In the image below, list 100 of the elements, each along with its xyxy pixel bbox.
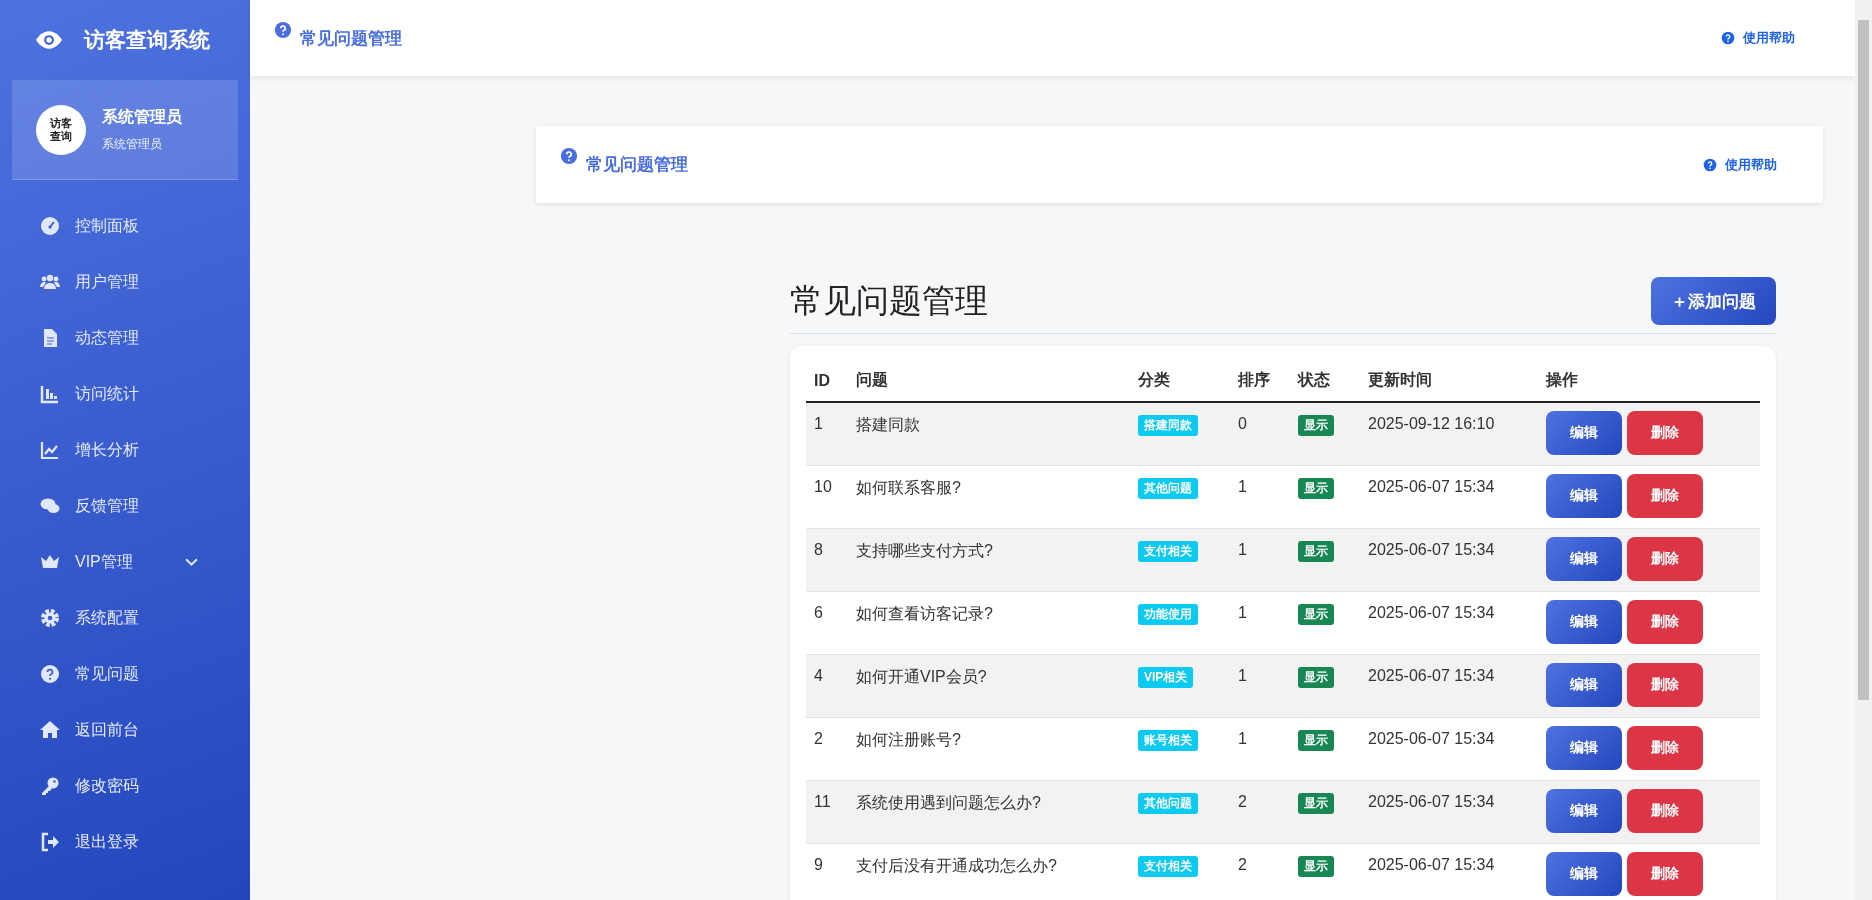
help-icon (1721, 31, 1735, 45)
help-icon (560, 147, 578, 165)
status-tag: 显示 (1298, 793, 1334, 814)
table-cell: 4 (806, 654, 848, 718)
add-question-button[interactable]: ＋添加问题 (1651, 277, 1776, 325)
edit-button[interactable]: 编辑 (1546, 663, 1622, 707)
help-icon (274, 20, 292, 39)
edit-button[interactable]: 编辑 (1546, 474, 1622, 518)
category-tag: 功能使用 (1138, 604, 1198, 625)
sidebar-item[interactable]: 修改密码 (0, 758, 250, 814)
sidebar-item[interactable]: 增长分析 (0, 422, 250, 478)
table-cell: 2025-06-07 15:34 (1360, 528, 1538, 592)
gear-icon (40, 608, 60, 628)
sidebar-item[interactable]: 系统配置 (0, 590, 250, 646)
category-tag: VIP相关 (1138, 667, 1194, 688)
gauge-icon (40, 216, 60, 236)
table-cell: 2025-06-07 15:34 (1360, 843, 1538, 900)
table-cell: 10 (806, 465, 848, 529)
table-cell: 如何注册账号? (848, 717, 1130, 781)
edit-button[interactable]: 编辑 (1546, 852, 1622, 896)
delete-button[interactable]: 删除 (1627, 852, 1703, 896)
delete-button[interactable]: 删除 (1627, 663, 1703, 707)
category-tag: 支付相关 (1138, 541, 1198, 562)
table-cell: 支持哪些支付方式? (848, 528, 1130, 592)
delete-button[interactable]: 删除 (1627, 411, 1703, 455)
avatar-logo: 访客查询 (36, 104, 86, 155)
edit-button[interactable]: 编辑 (1546, 537, 1622, 581)
sidebar-item[interactable]: 动态管理 (0, 310, 250, 366)
bar-chart-icon (40, 384, 60, 404)
table-cell: 2025-06-07 15:34 (1360, 591, 1538, 655)
page-title: 常见问题管理 (790, 280, 988, 321)
user-name: 系统管理员 (102, 106, 182, 127)
sidebar-item[interactable]: 控制面板 (0, 198, 250, 254)
line-chart-icon (40, 440, 60, 460)
table-cell: 2025-06-07 15:34 (1360, 465, 1538, 529)
table-cell: 搭建同款 (848, 402, 1130, 466)
category-tag: 账号相关 (1138, 730, 1198, 751)
help-icon (1703, 157, 1717, 172)
user-role: 系统管理员 (102, 135, 163, 153)
status-tag: 显示 (1298, 415, 1334, 436)
table-cell: 1 (1230, 717, 1290, 781)
status-tag: 显示 (1298, 856, 1334, 877)
help-link[interactable]: 使用帮助 (1703, 155, 1777, 174)
table-cell: 6 (806, 591, 848, 655)
delete-button[interactable]: 删除 (1627, 537, 1703, 581)
delete-button[interactable]: 删除 (1627, 726, 1703, 770)
category-tag: 其他问题 (1138, 478, 1198, 499)
table-cell: 系统使用遇到问题怎么办? (848, 780, 1130, 844)
table-cell: 支付后没有开通成功怎么办? (848, 843, 1130, 900)
delete-button[interactable]: 删除 (1627, 789, 1703, 833)
chevron-down-icon (185, 557, 198, 567)
edit-button[interactable]: 编辑 (1546, 726, 1622, 770)
table-cell: 8 (806, 528, 848, 592)
sidebar-item[interactable]: 常见问题 (0, 646, 250, 702)
edit-button[interactable]: 编辑 (1546, 789, 1622, 833)
logout-icon (40, 832, 60, 852)
sidebar-item[interactable]: 反馈管理 (0, 478, 250, 534)
table-cell: 1 (1230, 465, 1290, 529)
table-cell: 2025-06-07 15:34 (1360, 780, 1538, 844)
category-tag: 支付相关 (1138, 856, 1198, 877)
category-tag: 搭建同款 (1138, 415, 1198, 436)
table-cell: 2 (806, 717, 848, 781)
category-tag: 其他问题 (1138, 793, 1198, 814)
table-cell: 2025-06-07 15:34 (1360, 654, 1538, 718)
sidebar-item[interactable]: 返回前台 (0, 702, 250, 758)
table-cell: 1 (1230, 654, 1290, 718)
table-cell: 2025-09-12 16:10 (1360, 402, 1538, 466)
edit-button[interactable]: 编辑 (1546, 600, 1622, 644)
sidebar-item[interactable]: 访问统计 (0, 366, 250, 422)
chat-icon (40, 496, 60, 516)
header-title: 常见问题管理 (300, 27, 402, 50)
key-icon (40, 776, 60, 796)
status-tag: 显示 (1298, 604, 1334, 625)
table-cell: 如何查看访客记录? (848, 591, 1130, 655)
table-cell: 1 (1230, 591, 1290, 655)
status-tag: 显示 (1298, 541, 1334, 562)
scrollbar[interactable] (1855, 0, 1872, 900)
status-tag: 显示 (1298, 478, 1334, 499)
table-cell: 1 (1230, 528, 1290, 592)
panel-title: 常见问题管理 (586, 154, 688, 176)
app-title: 访客查询系统 (84, 27, 210, 53)
table-cell: 1 (806, 402, 848, 466)
table-cell: 如何开通VIP会员? (848, 654, 1130, 718)
sidebar-item[interactable]: VIP管理 (0, 534, 250, 590)
table-cell: 0 (1230, 402, 1290, 466)
table-cell: 如何联系客服? (848, 465, 1130, 529)
table-cell: 2025-06-07 15:34 (1360, 717, 1538, 781)
eye-icon (36, 31, 62, 49)
delete-button[interactable]: 删除 (1627, 600, 1703, 644)
sidebar-item[interactable]: 用户管理 (0, 254, 250, 310)
delete-button[interactable]: 删除 (1627, 474, 1703, 518)
table-cell: 2 (1230, 780, 1290, 844)
sidebar-item[interactable]: 退出登录 (0, 814, 250, 870)
edit-button[interactable]: 编辑 (1546, 411, 1622, 455)
status-tag: 显示 (1298, 730, 1334, 751)
home-icon (40, 720, 60, 740)
help-link[interactable]: 使用帮助 (1721, 29, 1795, 47)
users-icon (40, 272, 60, 292)
table-cell: 2 (1230, 843, 1290, 900)
table-cell: 9 (806, 843, 848, 900)
